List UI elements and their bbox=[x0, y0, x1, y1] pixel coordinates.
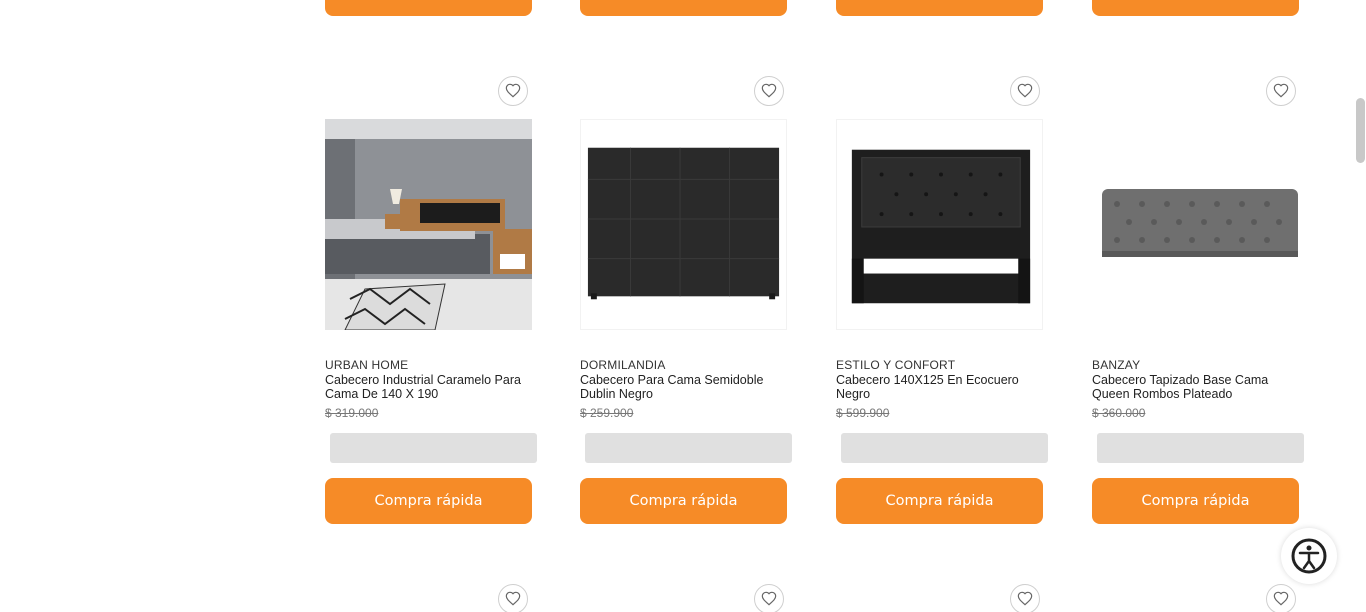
prev-row-buy-button[interactable] bbox=[836, 0, 1043, 16]
accessibility-icon bbox=[1291, 538, 1327, 574]
favorite-button[interactable] bbox=[754, 584, 784, 612]
product-brand: DORMILANDIA bbox=[580, 358, 666, 372]
product-name[interactable]: Cabecero Industrial Caramelo Para Cama D… bbox=[325, 373, 540, 401]
quick-buy-button[interactable]: Compra rápida bbox=[325, 478, 532, 524]
product-image[interactable] bbox=[836, 119, 1043, 330]
heart-icon bbox=[761, 591, 777, 606]
product-name[interactable]: Cabecero 140X125 En Ecocuero Negro bbox=[836, 373, 1051, 401]
prev-row-buy-button[interactable] bbox=[1092, 0, 1299, 16]
product-brand: URBAN HOME bbox=[325, 358, 409, 372]
prev-row-buy-button[interactable] bbox=[325, 0, 532, 16]
heart-icon bbox=[1017, 591, 1033, 606]
accessibility-button[interactable] bbox=[1281, 528, 1337, 584]
heart-icon bbox=[505, 83, 521, 98]
product-image[interactable] bbox=[325, 119, 532, 330]
product-price: $ 319.000 bbox=[325, 406, 379, 420]
heart-icon bbox=[761, 83, 777, 98]
product-image[interactable] bbox=[580, 119, 787, 330]
prev-row-buy-button[interactable] bbox=[580, 0, 787, 16]
heart-icon bbox=[1273, 591, 1289, 606]
product-brand: BANZAY bbox=[1092, 358, 1141, 372]
favorite-button[interactable] bbox=[498, 584, 528, 612]
product-name[interactable]: Cabecero Para Cama Semidoble Dublin Negr… bbox=[580, 373, 795, 401]
scrollbar[interactable] bbox=[1356, 98, 1365, 163]
product-name[interactable]: Cabecero Tapizado Base Cama Queen Rombos… bbox=[1092, 373, 1307, 401]
favorite-button[interactable] bbox=[1010, 584, 1040, 612]
product-price: $ 259.900 bbox=[580, 406, 634, 420]
product-brand: ESTILO Y CONFORT bbox=[836, 358, 956, 372]
loading-placeholder bbox=[1097, 433, 1304, 463]
quick-buy-button[interactable]: Compra rápida bbox=[580, 478, 787, 524]
loading-placeholder bbox=[841, 433, 1048, 463]
heart-icon bbox=[1273, 83, 1289, 98]
heart-icon bbox=[505, 591, 521, 606]
loading-placeholder bbox=[330, 433, 537, 463]
heart-icon bbox=[1017, 83, 1033, 98]
favorite-button[interactable] bbox=[1266, 584, 1296, 612]
quick-buy-button[interactable]: Compra rápida bbox=[1092, 478, 1299, 524]
product-grid-page: URBAN HOME Cabecero Industrial Caramelo … bbox=[0, 0, 1366, 612]
favorite-button[interactable] bbox=[498, 76, 528, 106]
quick-buy-button[interactable]: Compra rápida bbox=[836, 478, 1043, 524]
favorite-button[interactable] bbox=[1010, 76, 1040, 106]
product-price: $ 360.000 bbox=[1092, 406, 1146, 420]
favorite-button[interactable] bbox=[754, 76, 784, 106]
favorite-button[interactable] bbox=[1266, 76, 1296, 106]
loading-placeholder bbox=[585, 433, 792, 463]
product-image[interactable] bbox=[1092, 119, 1299, 330]
product-price: $ 599.900 bbox=[836, 406, 890, 420]
